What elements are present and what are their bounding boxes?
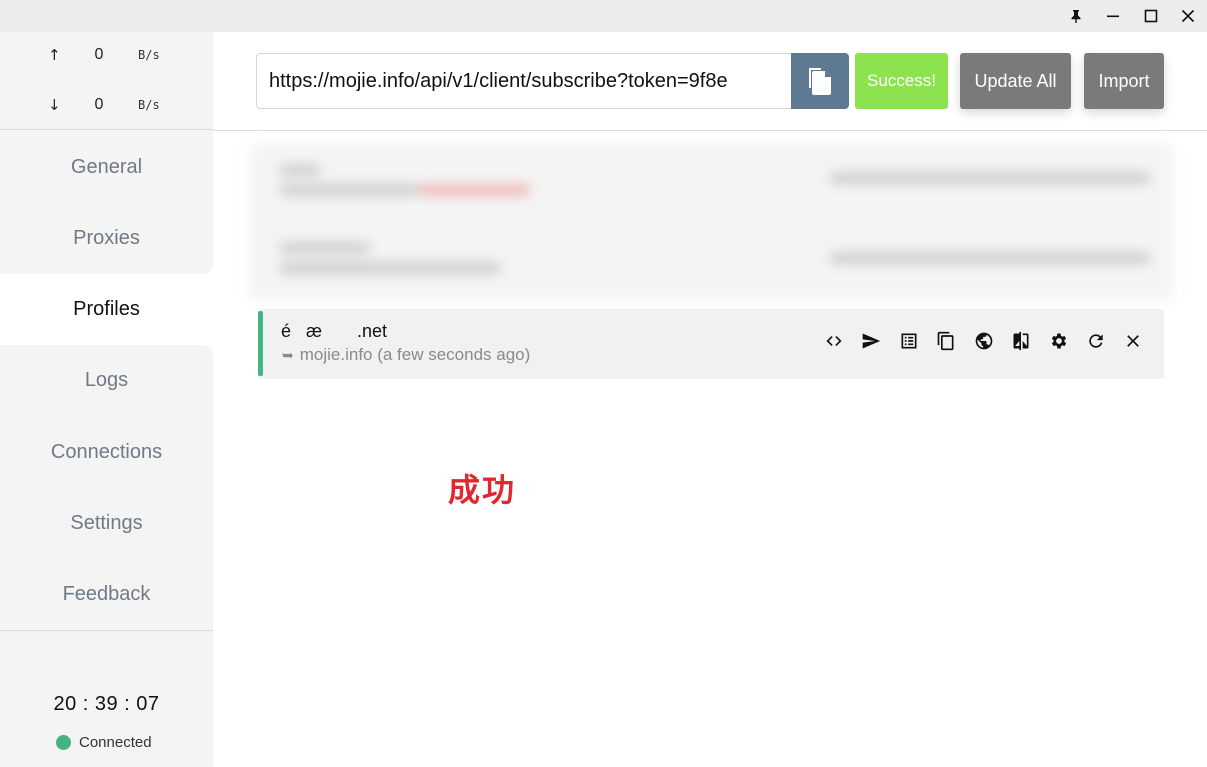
sidebar-footer: 20 : 39 : 07 Connected (0, 630, 213, 767)
import-button[interactable]: Import (1084, 53, 1164, 109)
gear-icon[interactable] (1047, 329, 1071, 353)
nav-item-logs[interactable]: Logs (0, 345, 213, 416)
download-unit: B/s (138, 98, 160, 112)
refresh-icon[interactable] (1084, 329, 1108, 353)
upload-unit: B/s (138, 48, 160, 62)
status-label: Connected (79, 734, 152, 751)
update-all-button[interactable]: Update All (960, 53, 1071, 109)
maximize-icon[interactable] (1132, 0, 1169, 32)
profile-card[interactable]: é æ .net ➥ mojie.info (a few seconds ago) (258, 309, 1164, 379)
send-icon[interactable] (859, 329, 883, 353)
sidebar: ↑ 0 B/s ↓ 0 B/s General Proxies Profiles… (0, 32, 213, 767)
download-arrow-icon: ↓ (48, 96, 61, 114)
paste-button[interactable] (791, 53, 849, 109)
profile-name: é æ .net (281, 321, 388, 341)
main-panel: Success! Update All Import é æ .net ➥ moj… (213, 32, 1207, 767)
subscription-url-input[interactable] (256, 53, 792, 109)
title-bar (0, 0, 1207, 32)
nav-item-general[interactable]: General (0, 132, 213, 203)
profile-source: ➥ mojie.info (a few seconds ago) (282, 345, 530, 365)
nav-item-proxies[interactable]: Proxies (0, 203, 213, 274)
nav-item-profiles[interactable]: Profiles (0, 274, 213, 345)
connection-status: Connected (56, 734, 152, 751)
upload-speed: ↑ 0 B/s (0, 46, 213, 66)
active-indicator (258, 311, 263, 376)
nav-item-connections[interactable]: Connections (0, 417, 213, 488)
traffic-panel: ↑ 0 B/s ↓ 0 B/s (0, 32, 213, 130)
nav-item-feedback[interactable]: Feedback (0, 559, 213, 630)
globe-icon[interactable] (972, 329, 996, 353)
code-icon[interactable] (822, 329, 846, 353)
compare-icon[interactable] (1009, 329, 1033, 353)
share-arrow-icon: ➥ (282, 348, 294, 364)
profile-source-text: mojie.info (a few seconds ago) (299, 345, 531, 364)
success-button[interactable]: Success! (855, 53, 948, 109)
upload-arrow-icon: ↑ (48, 46, 61, 64)
copy-icon[interactable] (934, 329, 958, 353)
clock: 20 : 39 : 07 (53, 693, 160, 715)
pin-icon[interactable] (1057, 0, 1094, 32)
status-dot-icon (56, 735, 71, 750)
blurred-row (250, 143, 1173, 213)
clipboard-icon (809, 68, 831, 95)
success-message: 成功 (448, 471, 517, 509)
download-speed: ↓ 0 B/s (0, 96, 213, 116)
blurred-row (250, 227, 1173, 297)
list-icon[interactable] (897, 329, 921, 353)
close-window-icon[interactable] (1169, 0, 1206, 32)
download-value: 0 (94, 96, 104, 113)
delete-icon[interactable] (1121, 329, 1145, 353)
nav-item-settings[interactable]: Settings (0, 488, 213, 559)
blurred-profiles (250, 143, 1173, 300)
upload-value: 0 (94, 46, 104, 63)
profile-toolbar: Success! Update All Import (213, 32, 1207, 131)
minimize-icon[interactable] (1094, 0, 1131, 32)
